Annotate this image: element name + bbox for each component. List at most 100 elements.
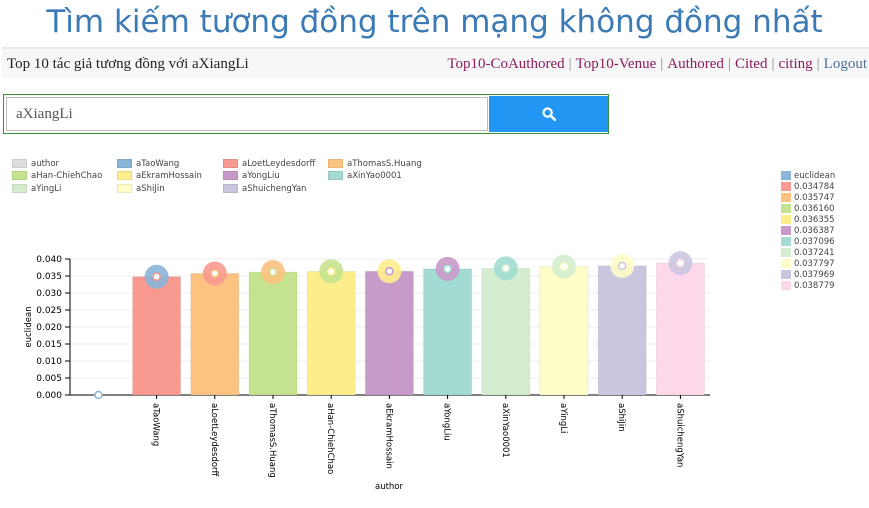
legend-item[interactable]: author xyxy=(12,159,59,169)
y-tick-label: 0.040 xyxy=(36,255,62,265)
nav-link-authored[interactable]: Authored xyxy=(667,56,724,72)
legend-label: aXinYao0001 xyxy=(347,171,402,181)
nav-separator: | xyxy=(660,56,664,72)
legend-label: 0.037096 xyxy=(794,237,835,247)
legend-item[interactable]: aXinYao0001 xyxy=(328,171,402,181)
bar xyxy=(190,272,240,396)
bar xyxy=(481,267,531,396)
legend-item[interactable]: 0.036355 xyxy=(781,215,835,225)
legend-label: aShiJin xyxy=(136,184,165,194)
bar-marker-point xyxy=(385,267,394,276)
legend-label: 0.036387 xyxy=(794,226,835,236)
legend-label: 0.037797 xyxy=(794,259,835,269)
legend-item[interactable]: aShuichengYan xyxy=(223,184,306,194)
y-tick-label: 0.025 xyxy=(36,306,62,316)
legend-label: aLoetLeydesdorff xyxy=(242,159,316,169)
x-tick-label: aEkramHossain xyxy=(383,403,393,469)
legend-label: aThomasS.Huang xyxy=(347,159,422,169)
legend-label: 0.037241 xyxy=(794,248,835,258)
bar xyxy=(306,270,356,396)
x-tick-label: aYingLi xyxy=(558,403,568,433)
bar xyxy=(364,270,414,396)
legend-label: aHan-ChiehChao xyxy=(31,171,103,181)
legend-swatch xyxy=(12,171,27,180)
legend-swatch xyxy=(781,281,791,290)
nav-link-top10-coauthored[interactable]: Top10-CoAuthored xyxy=(447,56,564,72)
legend-item[interactable]: 0.037797 xyxy=(781,259,835,269)
legend-item[interactable]: aShiJin xyxy=(117,184,165,194)
legend-swatch xyxy=(781,259,791,268)
logout-link[interactable]: Logout xyxy=(824,56,867,72)
search-input[interactable] xyxy=(6,97,488,131)
legend-label: aEkramHossain xyxy=(136,171,202,181)
legend-item[interactable]: aHan-ChiehChao xyxy=(12,171,102,181)
legend-item[interactable]: aLoetLeydesdorff xyxy=(223,159,315,169)
bar xyxy=(248,271,298,396)
legend-item[interactable]: aTaoWang xyxy=(117,159,179,169)
bar-marker-point xyxy=(268,267,278,277)
nav-link-cited[interactable]: Cited xyxy=(735,56,768,72)
legend-swatch xyxy=(781,193,791,202)
bar-marker-point xyxy=(210,269,220,278)
y-tick-label: 0.035 xyxy=(36,272,62,282)
legend-label: 0.036355 xyxy=(794,215,835,225)
bar xyxy=(132,276,182,396)
search-icon xyxy=(542,107,556,121)
nav-separator: | xyxy=(568,56,572,72)
nav-link-top10-venue[interactable]: Top10-Venue xyxy=(576,56,657,72)
bar xyxy=(423,268,473,396)
legend-swatch xyxy=(117,184,132,193)
legend-item[interactable]: 0.034784 xyxy=(781,182,835,192)
x-tick-label: aHan-ChiehChao xyxy=(325,403,335,474)
bar xyxy=(539,265,589,396)
page-title: Tìm kiếm tương đồng trên mạng không đồng… xyxy=(46,4,823,40)
nav-separator: | xyxy=(816,56,820,72)
navbar-info: Top 10 tác giả tương đồng với aXiangLi xyxy=(7,56,249,72)
bar xyxy=(655,262,705,396)
legend-item[interactable]: 0.038779 xyxy=(781,281,835,291)
legend-item[interactable]: aEkramHossain xyxy=(117,171,202,181)
y-tick-label: 0.030 xyxy=(36,289,62,299)
y-tick-label: 0.010 xyxy=(36,357,62,367)
legend-item[interactable]: 0.035747 xyxy=(781,193,835,203)
legend-item[interactable]: 0.036160 xyxy=(781,204,835,214)
bar-marker-point xyxy=(152,272,161,281)
legend-swatch xyxy=(328,171,343,180)
legend-label: 0.035747 xyxy=(794,193,835,203)
legend-swatch xyxy=(223,184,238,193)
nav-link-citing[interactable]: citing xyxy=(778,56,812,72)
x-tick-label: aYongLiu xyxy=(442,403,452,441)
search-button[interactable] xyxy=(489,96,608,132)
bar-marker-point xyxy=(617,261,627,271)
legend-swatch xyxy=(781,215,791,224)
legend-item[interactable]: 0.037096 xyxy=(781,237,835,247)
legend-swatch xyxy=(781,204,791,213)
legend-item[interactable]: 0.036387 xyxy=(781,226,835,236)
y-tick-label: 0.015 xyxy=(36,340,62,350)
bar-marker-point xyxy=(326,267,336,276)
bar-marker-point xyxy=(676,258,685,268)
legend-label: author xyxy=(31,159,60,169)
legend-swatch xyxy=(223,159,238,168)
nav-separator: | xyxy=(771,56,775,72)
legend-swatch xyxy=(781,237,791,246)
nav-separator: | xyxy=(727,56,731,72)
y-axis-title: euclidean xyxy=(24,306,34,347)
legend-label: aYingLi xyxy=(31,184,62,194)
legend-swatch xyxy=(781,270,791,279)
legend-label: 0.034784 xyxy=(794,182,835,192)
legend-item[interactable]: aYongLiu xyxy=(223,171,280,181)
legend-item[interactable]: aThomasS.Huang xyxy=(328,159,422,169)
x-axis-title: author xyxy=(375,482,404,492)
x-tick-label: aXinYao0001 xyxy=(500,403,510,458)
legend-item[interactable]: euclidean xyxy=(781,171,835,181)
legend-swatch xyxy=(328,159,343,168)
legend-swatch xyxy=(781,171,791,180)
bar-chart: 0.000 0.005 0.010 0.015 0.020 0.025 0.030 0.035… xyxy=(24,251,710,492)
legend-item[interactable]: 0.037241 xyxy=(781,248,835,258)
legend-item[interactable]: aYingLi xyxy=(12,184,61,194)
legend-item[interactable]: 0.037969 xyxy=(781,270,835,280)
bar-marker-point xyxy=(443,264,452,274)
legend-label: aYongLiu xyxy=(242,171,280,181)
legend-swatch xyxy=(781,182,791,191)
